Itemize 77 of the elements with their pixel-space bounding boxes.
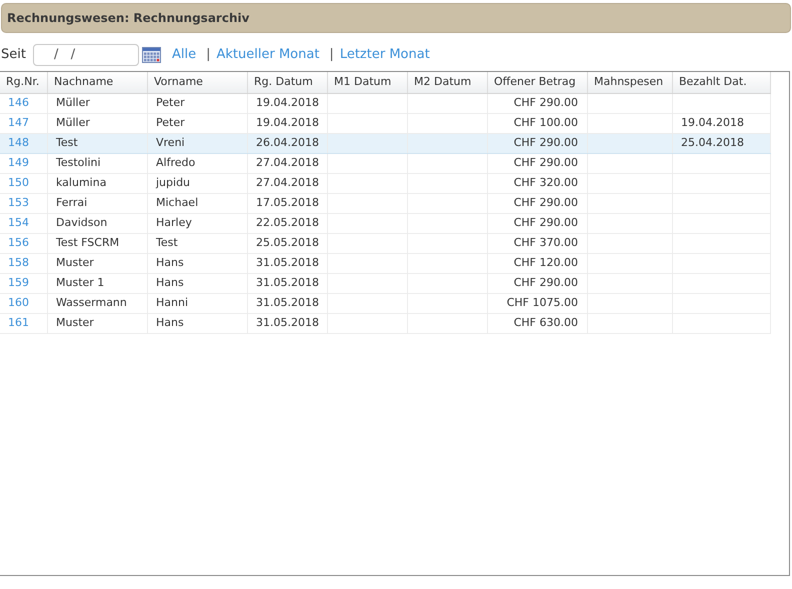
table-cell-text: Hanni <box>156 295 188 312</box>
table-cell-text: 31.05.2018 <box>256 295 319 312</box>
table-cell-text: Testolini <box>56 155 101 172</box>
table-cell-text: CHF 120.00 <box>514 255 578 272</box>
table-cell-text: 27.04.2018 <box>256 175 319 192</box>
table-cell-text: jupidu <box>156 175 190 192</box>
table-cell-text: CHF 290.00 <box>514 215 578 232</box>
table-cell-text: 25.05.2018 <box>256 235 319 252</box>
table-row[interactable]: 160 Wassermann Hanni 31.05.2018 CHF 1075.00 <box>0 294 771 314</box>
table-cell-text: 22.05.2018 <box>256 215 319 232</box>
table-cell-text: 17.05.2018 <box>256 195 319 212</box>
table-row[interactable]: 158 Muster Hans 31.05.2018 CHF 120.00 <box>0 254 771 274</box>
table-cell-text: 31.05.2018 <box>256 255 319 272</box>
column-header[interactable]: Nachname <box>48 72 148 93</box>
title-bar: Rechnungswesen: Rechnungsarchiv <box>1 3 791 33</box>
table-cell-text: CHF 290.00 <box>514 135 578 152</box>
table-cell-text: Davidson <box>56 215 108 232</box>
table-cell-text: CHF 1075.00 <box>506 295 578 312</box>
table-cell-text: Muster 1 <box>56 275 104 292</box>
table-cell-text: CHF 290.00 <box>514 195 578 212</box>
column-header[interactable]: Vorname <box>148 72 248 93</box>
table-cell-text: Hans <box>156 255 184 272</box>
column-header[interactable]: Offener Betrag <box>488 72 588 93</box>
table-cell-text: Muster <box>56 255 94 272</box>
link-separator: | <box>329 46 334 64</box>
table-cell-text: Müller <box>56 115 90 132</box>
table-row[interactable]: 149 Testolini Alfredo 27.04.2018 CHF 290.00 <box>0 154 771 174</box>
table-row[interactable]: 156 Test FSCRM Test 25.05.2018 CHF 370.00 <box>0 234 771 254</box>
table-cell-text: Müller <box>56 95 90 112</box>
table-cell-text: 27.04.2018 <box>256 155 319 172</box>
column-header[interactable]: M2 Datum <box>408 72 488 93</box>
table-cell-text: Harley <box>156 215 192 232</box>
table-cell-text: 19.04.2018 <box>256 115 319 132</box>
table-cell-text: Muster <box>56 315 94 332</box>
table-row[interactable]: 147 Müller Peter 19.04.2018 CHF 100.00 19.04.2018 <box>0 114 771 134</box>
table-cell-text: Test FSCRM <box>56 235 120 252</box>
table-cell-text: 31.05.2018 <box>256 315 319 332</box>
column-header[interactable]: Rg.Nr. <box>0 72 48 93</box>
table-cell-text: 26.04.2018 <box>256 135 319 152</box>
table-cell-text: kalumina <box>56 175 106 192</box>
table-cell-text: CHF 290.00 <box>514 95 578 112</box>
column-header[interactable]: Mahnspesen <box>588 72 673 93</box>
calendar-icon[interactable] <box>142 47 161 63</box>
table-cell-text: Alfredo <box>156 155 196 172</box>
table-row[interactable]: 148 Test Vreni 26.04.2018 CHF 290.00 25.04.2018 <box>0 134 771 154</box>
table-row[interactable]: 154 Davidson Harley 22.05.2018 CHF 290.00 <box>0 214 771 234</box>
table-row[interactable]: 161 Muster Hans 31.05.2018 CHF 630.00 <box>0 314 771 334</box>
table-cell-text: Test <box>156 235 178 252</box>
table-cell-text: Wassermann <box>56 295 127 312</box>
table-cell-text: Ferrai <box>56 195 88 212</box>
link-separator: | <box>206 46 210 64</box>
table-cell-text: 19.04.2018 <box>256 95 319 112</box>
table-cell-text: Michael <box>156 195 198 212</box>
table-cell-text: CHF 630.00 <box>514 315 578 332</box>
column-header[interactable]: Rg. Datum <box>248 72 328 93</box>
table-cell-text: 19.04.2018 <box>681 115 744 132</box>
table-cell-text: Peter <box>156 95 185 112</box>
table-cell-text: Test <box>56 135 78 152</box>
table-row[interactable]: 159 Muster 1 Hans 31.05.2018 CHF 290.00 <box>0 274 771 294</box>
column-header[interactable]: Bezahlt Dat. <box>673 72 771 93</box>
table-cell-text: CHF 290.00 <box>514 155 578 172</box>
table-row[interactable]: 153 Ferrai Michael 17.05.2018 CHF 290.00 <box>0 194 771 214</box>
table-cell-text: Vreni <box>156 135 185 152</box>
table-cell-text: CHF 370.00 <box>514 235 578 252</box>
table-cell-text: Hans <box>156 315 184 332</box>
table-cell-text: CHF 290.00 <box>514 275 578 292</box>
table-cell-text: 31.05.2018 <box>256 275 319 292</box>
since-label: Seit <box>1 46 26 64</box>
table-cell-text: 25.04.2018 <box>681 135 744 152</box>
table-cell-text: Hans <box>156 275 184 292</box>
column-header[interactable]: M1 Datum <box>328 72 408 93</box>
table-row[interactable]: 150 kalumina jupidu 27.04.2018 CHF 320.00 <box>0 174 771 194</box>
table-cell-text: CHF 320.00 <box>514 175 578 192</box>
date-field[interactable]: / / <box>32 44 139 66</box>
table-cell-text: CHF 100.00 <box>514 115 578 132</box>
table-row[interactable]: 146 Müller Peter 19.04.2018 CHF 290.00 <box>0 94 771 114</box>
table-cell-text: Peter <box>156 115 185 132</box>
